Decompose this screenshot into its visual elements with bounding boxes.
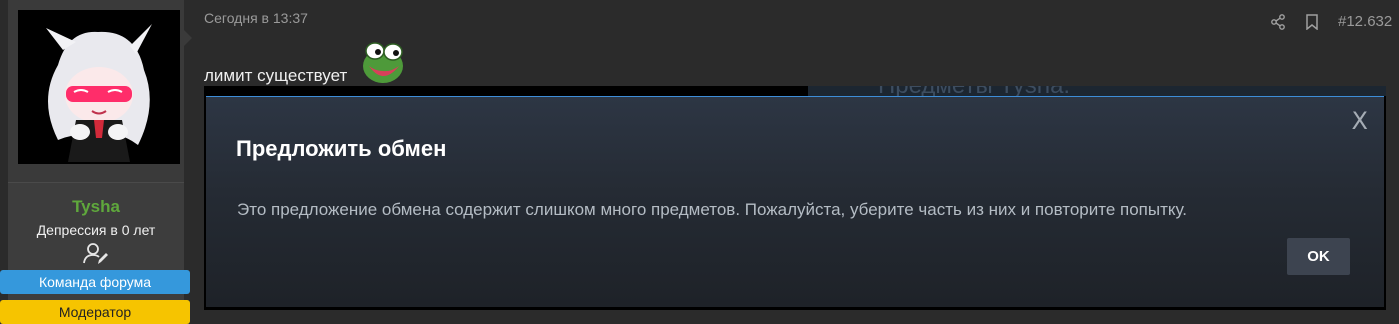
bookmark-icon[interactable]	[1305, 14, 1319, 30]
embedded-screenshot[interactable]: Предметы Tysha: X Предложить обмен Это п…	[204, 86, 1386, 310]
share-icon[interactable]	[1270, 14, 1286, 30]
message-text: лимит существует	[204, 66, 348, 85]
user-edit-icon[interactable]	[83, 242, 109, 266]
banner-team: Команда форума	[0, 270, 190, 294]
user-title: Депрессия в 0 лет	[36, 222, 156, 238]
dialog-message: Это предложение обмена содержит слишком …	[237, 200, 1188, 219]
banner-moderator: Модератор	[0, 300, 190, 324]
ok-button[interactable]: OK	[1287, 238, 1350, 275]
avatar[interactable]	[18, 10, 180, 164]
trade-offer-dialog: X Предложить обмен Это предложение обмен…	[206, 96, 1384, 307]
background-panel: Предметы Tysha:	[808, 86, 1386, 96]
dialog-title: Предложить обмен	[236, 136, 447, 161]
panel-arrow	[184, 30, 192, 46]
username[interactable]: Tysha	[8, 197, 184, 217]
pepe-emoji-icon	[363, 42, 403, 83]
post-number[interactable]: #12.632	[1338, 13, 1392, 30]
post-timestamp[interactable]: Сегодня в 13:37	[204, 10, 308, 26]
avatar-image	[46, 24, 152, 162]
background-heading: Предметы Tysha:	[878, 86, 1070, 96]
close-icon[interactable]: X	[1352, 107, 1368, 135]
